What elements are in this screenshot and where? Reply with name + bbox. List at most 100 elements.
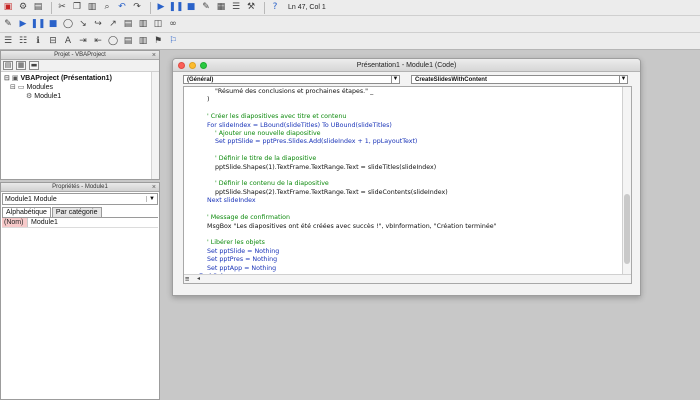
toggle-breakpoint-icon[interactable]: ◯ bbox=[107, 35, 119, 47]
separator bbox=[51, 1, 52, 14]
view-object-icon[interactable]: ▦ bbox=[16, 61, 26, 70]
tab-par-categorie[interactable]: Par catégorie bbox=[51, 207, 102, 217]
step-into-icon[interactable]: ↘ bbox=[77, 18, 89, 30]
quick-info-icon[interactable]: ℹ bbox=[32, 35, 44, 47]
code-line[interactable]: "Résumé des conclusions et prochaines ét… bbox=[199, 88, 497, 96]
comment-block-icon[interactable]: ▤ bbox=[122, 35, 134, 47]
standard-toolbar: ▣ ⚙ ▤ ✂ ❐ ▥ ⌕ ↶ ↷ ▶ ❚❚ ■ ✎ ▦ ☰ ⚒ ? Ln 47… bbox=[0, 0, 700, 16]
redo-icon[interactable]: ↷ bbox=[131, 2, 143, 14]
project-explorer-toolbar: ▤ ▦ ▬ bbox=[1, 60, 159, 72]
close-window-button[interactable] bbox=[178, 62, 185, 69]
powerpoint-icon[interactable]: ▣ bbox=[2, 2, 14, 14]
cut-icon[interactable]: ✂ bbox=[56, 2, 68, 14]
locals-window-icon[interactable]: ▤ bbox=[122, 18, 134, 30]
procedure-select[interactable]: CreateSlidesWithContent ▼ bbox=[411, 74, 628, 84]
code-line[interactable]: MsgBox "Les diapositives ont été créées … bbox=[199, 223, 497, 231]
zoom-window-button[interactable] bbox=[200, 62, 207, 69]
run-icon[interactable]: ▶ bbox=[155, 2, 167, 14]
outdent-icon[interactable]: ⇤ bbox=[92, 35, 104, 47]
step-over-icon[interactable]: ↪ bbox=[92, 18, 104, 30]
object-combo[interactable]: Module1 Module ▼ bbox=[2, 193, 158, 205]
code-line[interactable]: Set pptPres = Nothing bbox=[199, 256, 497, 264]
design-mode-icon[interactable]: ✎ bbox=[200, 2, 212, 14]
step-out-icon[interactable]: ↗ bbox=[107, 18, 119, 30]
code-editor[interactable]: "Résumé des conclusions et prochaines ét… bbox=[183, 86, 632, 284]
copy-icon[interactable]: ❐ bbox=[71, 2, 83, 14]
project-tree: ⊟ ▣ VBAProject (Présentation1) ⊟ ▭ Modules ⚙… bbox=[1, 72, 159, 103]
property-value[interactable]: Module1 bbox=[28, 218, 58, 227]
uncomment-block-icon[interactable]: ▥ bbox=[137, 35, 149, 47]
code-line[interactable]: ' Ajouter une nouvelle diapositive bbox=[199, 130, 497, 138]
tab-alphabetique[interactable]: Alphabétique bbox=[2, 207, 51, 217]
tree-item-project[interactable]: ⊟ ▣ VBAProject (Présentation1) bbox=[4, 74, 156, 83]
toggle-breakpoint-icon[interactable]: ◯ bbox=[62, 18, 74, 30]
project-explorer-icon[interactable]: ▦ bbox=[215, 2, 227, 14]
vertical-scrollbar[interactable]: ▼ bbox=[622, 87, 631, 283]
scroll-left-icon[interactable]: ◂ bbox=[197, 275, 200, 283]
module-icon: ⚙ bbox=[26, 92, 33, 100]
paste-icon[interactable]: ▥ bbox=[86, 2, 98, 14]
code-line[interactable]: Set pptApp = Nothing bbox=[199, 265, 497, 273]
project-explorer: Projet - VBAProject × ▤ ▦ ▬ ⊟ ▣ VBAProject… bbox=[0, 50, 160, 180]
tree-item-modules-folder[interactable]: ⊟ ▭ Modules bbox=[4, 83, 156, 92]
code-line[interactable]: ' Message de confirmation bbox=[199, 214, 497, 222]
project-icon: ▣ bbox=[11, 74, 19, 82]
code-line[interactable] bbox=[199, 206, 497, 214]
code-line[interactable]: Next slideIndex bbox=[199, 197, 497, 205]
property-key: (Nom) bbox=[2, 218, 28, 227]
flag-icon[interactable]: ⚐ bbox=[167, 35, 179, 47]
code-text[interactable]: "Résumé des conclusions et prochaines ét… bbox=[199, 88, 497, 281]
list-properties-icon[interactable]: ☰ bbox=[2, 35, 14, 47]
list-constants-icon[interactable]: ☷ bbox=[17, 35, 29, 47]
object-select[interactable]: (Général) ▼ bbox=[183, 74, 400, 84]
code-line[interactable]: pptSlide.Shapes(1).TextFrame.TextRange.T… bbox=[199, 164, 497, 172]
close-icon[interactable]: × bbox=[152, 51, 156, 60]
tree-item-module[interactable]: ⚙ Module1 bbox=[4, 92, 156, 101]
parameter-info-icon[interactable]: ⊟ bbox=[47, 35, 59, 47]
code-line[interactable]: ' Définir le titre de la diapositive bbox=[199, 155, 497, 163]
run-icon[interactable]: ▶ bbox=[17, 18, 29, 30]
stop-icon[interactable]: ■ bbox=[185, 2, 197, 14]
code-line[interactable]: pptSlide.Shapes(2).TextFrame.TextRange.T… bbox=[199, 189, 497, 197]
code-line[interactable]: For slideIndex = LBound(slideTitles) To … bbox=[199, 122, 497, 130]
code-line[interactable]: ) bbox=[199, 96, 497, 104]
view-mode-icon[interactable]: ≡ bbox=[185, 275, 189, 283]
complete-word-icon[interactable]: A bbox=[62, 35, 74, 47]
code-line[interactable]: ' Créer les diapositives avec titre et c… bbox=[199, 113, 497, 121]
code-line[interactable] bbox=[199, 147, 497, 155]
scrollbar-thumb[interactable] bbox=[624, 194, 630, 264]
properties-window-icon[interactable]: ☰ bbox=[230, 2, 242, 14]
pause-icon[interactable]: ❚❚ bbox=[168, 2, 183, 14]
collapse-icon[interactable]: ⊟ bbox=[10, 83, 16, 91]
separator bbox=[264, 1, 265, 14]
close-icon[interactable]: × bbox=[152, 183, 156, 192]
collapse-icon[interactable]: ⊟ bbox=[4, 74, 10, 82]
code-line[interactable]: Set pptSlide = pptPres.Slides.Add(slideI… bbox=[199, 138, 497, 146]
minimize-window-button[interactable] bbox=[189, 62, 196, 69]
design-mode-icon[interactable]: ✎ bbox=[2, 18, 14, 30]
code-line[interactable]: ' Définir le contenu de la diapositive bbox=[199, 180, 497, 188]
code-line[interactable]: Set pptSlide = Nothing bbox=[199, 248, 497, 256]
stop-icon[interactable]: ■ bbox=[47, 18, 59, 30]
insert-icon[interactable]: ⚙ bbox=[17, 2, 29, 14]
find-icon[interactable]: ⌕ bbox=[101, 2, 113, 14]
chevron-down-icon: ▼ bbox=[146, 196, 155, 202]
object-browser-icon[interactable]: ⚒ bbox=[245, 2, 257, 14]
code-line[interactable]: ' Libérer les objets bbox=[199, 239, 497, 247]
view-code-icon[interactable]: ▤ bbox=[3, 61, 13, 70]
vertical-scrollbar[interactable] bbox=[151, 72, 159, 179]
toggle-folders-icon[interactable]: ▬ bbox=[29, 61, 39, 70]
watch-window-icon[interactable]: ◫ bbox=[152, 18, 164, 30]
quick-watch-icon[interactable]: ∞ bbox=[167, 18, 179, 30]
code-line[interactable] bbox=[199, 105, 497, 113]
toggle-bookmark-icon[interactable]: ⚑ bbox=[152, 35, 164, 47]
indent-icon[interactable]: ⇥ bbox=[77, 35, 89, 47]
immediate-window-icon[interactable]: ▥ bbox=[137, 18, 149, 30]
undo-icon[interactable]: ↶ bbox=[116, 2, 128, 14]
property-row[interactable]: (Nom) Module1 bbox=[2, 218, 158, 228]
pause-icon[interactable]: ❚❚ bbox=[30, 18, 45, 30]
save-icon[interactable]: ▤ bbox=[32, 2, 44, 14]
folder-icon: ▭ bbox=[17, 83, 25, 91]
horizontal-scrollbar[interactable]: ≡ ◂ bbox=[184, 274, 631, 283]
help-icon[interactable]: ? bbox=[269, 2, 281, 14]
